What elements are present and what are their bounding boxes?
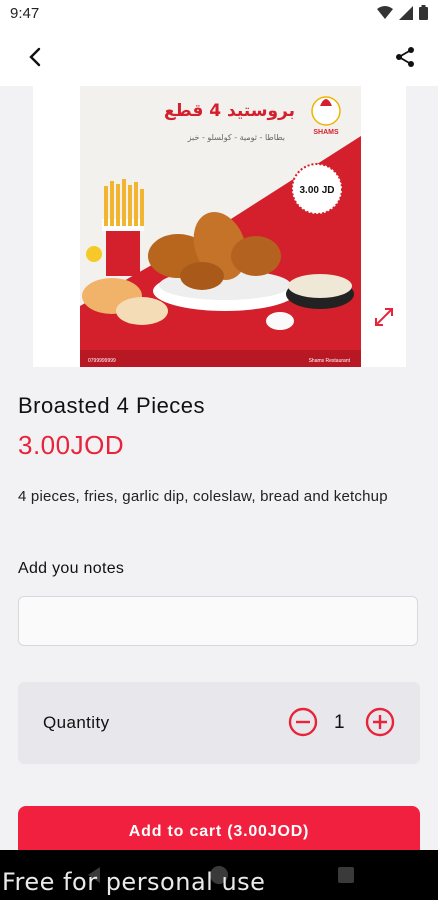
product-title: Broasted 4 Pieces bbox=[18, 393, 206, 418]
quantity-label: Quantity bbox=[43, 713, 110, 732]
plus-circle-icon bbox=[365, 707, 395, 737]
wifi-icon bbox=[377, 5, 393, 19]
nav-recent-icon[interactable] bbox=[338, 867, 354, 883]
image-footer-right: Shams Restaurant bbox=[309, 358, 351, 364]
status-bar: 9:47 bbox=[0, 0, 438, 28]
image-headline: بروستيد 4 قطع bbox=[164, 101, 295, 121]
share-button[interactable] bbox=[390, 42, 420, 72]
watermark: Free for personal use bbox=[2, 868, 266, 896]
image-price-badge: 3.00 JD bbox=[299, 185, 334, 196]
increase-quantity-button[interactable] bbox=[365, 707, 395, 737]
expand-icon bbox=[375, 308, 393, 326]
battery-icon bbox=[419, 5, 428, 20]
expand-image-button[interactable] bbox=[368, 301, 400, 333]
notes-label: Add you notes bbox=[18, 560, 125, 577]
quantity-value: 1 bbox=[334, 712, 345, 733]
minus-circle-icon bbox=[288, 707, 318, 737]
notes-input[interactable] bbox=[18, 596, 418, 646]
share-icon bbox=[396, 47, 414, 67]
product-image[interactable]: بروستيد 4 قطع بطاطا - ثومية - كولسلو - خ… bbox=[80, 86, 361, 367]
back-button[interactable] bbox=[20, 42, 50, 72]
chevron-left-icon bbox=[29, 47, 41, 67]
signal-icon bbox=[399, 5, 413, 20]
product-photo: بروستيد 4 قطع بطاطا - ثومية - كولسلو - خ… bbox=[80, 86, 361, 367]
decrease-quantity-button[interactable] bbox=[288, 707, 318, 737]
product-description: 4 pieces, fries, garlic dip, coleslaw, b… bbox=[18, 488, 388, 505]
quantity-card: Quantity 1 bbox=[18, 682, 420, 764]
product-price: 3.00JOD bbox=[18, 430, 125, 460]
image-footer-left: 0799999999 bbox=[88, 358, 116, 364]
image-brand: SHAMS bbox=[313, 129, 339, 136]
status-icons bbox=[377, 5, 428, 20]
app-bar bbox=[0, 28, 438, 86]
image-subline: بطاطا - ثومية - كولسلو - خبز bbox=[187, 133, 285, 142]
product-image-container: بروستيد 4 قطع بطاطا - ثومية - كولسلو - خ… bbox=[33, 86, 406, 367]
status-time: 9:47 bbox=[10, 5, 40, 22]
